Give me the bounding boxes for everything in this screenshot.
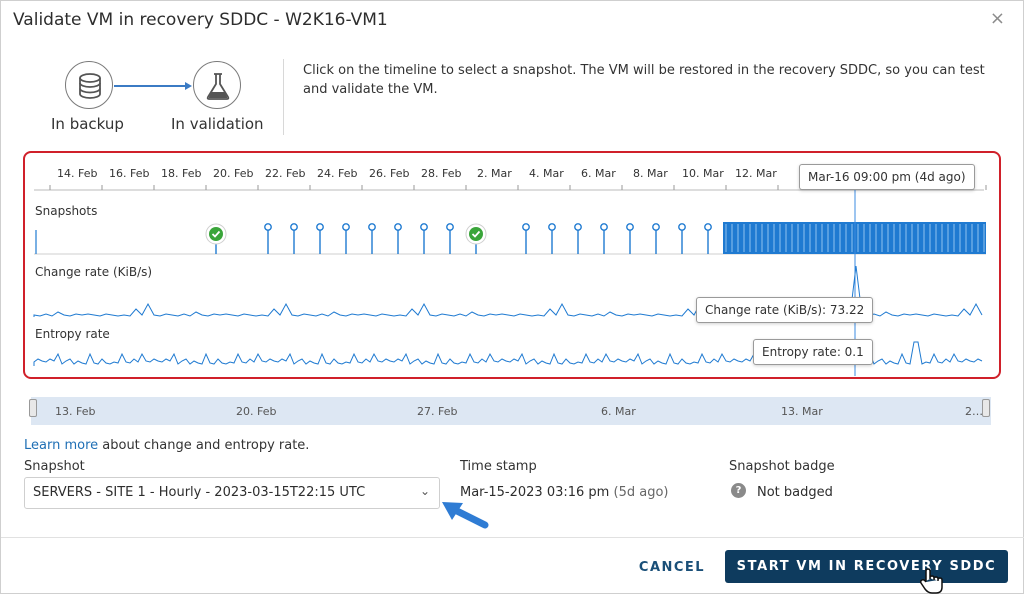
snapshot-pin-head (548, 223, 556, 231)
snapshot-pin-head (704, 223, 712, 231)
close-icon[interactable]: × (990, 9, 1005, 29)
navigator-right-handle[interactable] (982, 399, 990, 417)
change-rate-tooltip: Change rate (KiB/s): 73.22 (696, 297, 874, 323)
timestamp-value: Mar-15-2023 03:16 pm (5d ago) (460, 485, 668, 500)
snapshot-pin-head (316, 223, 324, 231)
snapshot-pin-head (342, 223, 350, 231)
navigator-left-handle[interactable] (29, 399, 37, 417)
timeline-date-label: 16. Feb (109, 167, 150, 180)
badge-value: Not badged (757, 485, 833, 500)
entropy-rate-row-label: Entropy rate (35, 327, 110, 341)
timeline-date-label: 18. Feb (161, 167, 202, 180)
step-connector (114, 85, 186, 87)
timeline-date-label: 14. Feb (57, 167, 98, 180)
timestamp-relative: (5d ago) (613, 485, 669, 500)
timeline-date-label: 20. Feb (213, 167, 254, 180)
snapshot-label: Snapshot (24, 459, 85, 474)
flask-icon (193, 61, 241, 109)
navigator-date-label: 13. Feb (55, 405, 96, 418)
timestamp-label: Time stamp (460, 459, 537, 474)
navigator-date-label: 20. Feb (236, 405, 277, 418)
snapshot-pin-head (652, 223, 660, 231)
timeline-navigator[interactable] (31, 397, 991, 425)
timeline-date-label: 4. Mar (529, 167, 564, 180)
learn-more-link[interactable]: Learn more (24, 438, 98, 453)
snapshot-selected-value: SERVERS - SITE 1 - Hourly - 2023-03-15T2… (33, 485, 366, 500)
timeline-time-tooltip: Mar-16 09:00 pm (4d ago) (799, 164, 975, 190)
timeline-date-label: 24. Feb (317, 167, 358, 180)
cancel-button[interactable]: CANCEL (627, 552, 717, 582)
timestamp-date: Mar-15-2023 03:16 pm (460, 485, 610, 500)
snapshot-pin-head (600, 223, 608, 231)
snapshot-pin-head (678, 223, 686, 231)
snapshot-pin-head (446, 223, 454, 231)
help-icon: ? (731, 483, 746, 498)
instructions-text: Click on the timeline to select a snapsh… (303, 63, 985, 97)
validate-vm-dialog: Validate VM in recovery SDDC - W2K16-VM1… (0, 0, 1024, 594)
timeline-date-label: 2. Mar (477, 167, 512, 180)
timeline-date-label: 22. Feb (265, 167, 306, 180)
badged-snapshot-icon (469, 227, 483, 241)
snapshot-pin-head (290, 223, 298, 231)
snapshot-pin-head (522, 223, 530, 231)
timeline-date-label: 12. Mar (735, 167, 777, 180)
snapshot-pin-head (574, 223, 582, 231)
entropy-rate-tooltip: Entropy rate: 0.1 (753, 339, 873, 365)
navigator-date-label: 27. Feb (417, 405, 458, 418)
start-vm-button[interactable]: START VM IN RECOVERY SDDC (725, 550, 1008, 583)
snapshot-select[interactable]: SERVERS - SITE 1 - Hourly - 2023-03-15T2… (24, 477, 440, 509)
learn-more-suffix: about change and entropy rate. (98, 438, 310, 453)
snapshots-row-label: Snapshots (35, 204, 98, 218)
navigator-date-label: 6. Mar (601, 405, 636, 418)
database-icon (65, 61, 113, 109)
snapshot-pin-head (368, 223, 376, 231)
timeline-date-label: 26. Feb (369, 167, 410, 180)
navigator-date-label: 13. Mar (781, 405, 823, 418)
snapshot-pin-head (264, 223, 272, 231)
snapshot-pin-head (420, 223, 428, 231)
snapshot-pin-head (626, 223, 634, 231)
hand-cursor-icon (919, 568, 943, 594)
timeline-date-label: 6. Mar (581, 167, 616, 180)
step-arrow (185, 82, 192, 90)
step-in-backup-label: In backup (51, 115, 124, 133)
step-in-validation-label: In validation (171, 115, 264, 133)
change-rate-row-label: Change rate (KiB/s) (35, 265, 153, 279)
timeline-date-label: 8. Mar (633, 167, 668, 180)
chevron-down-icon: ⌄ (419, 484, 430, 498)
footer-divider (1, 537, 1024, 538)
timeline-date-label: 28. Feb (421, 167, 462, 180)
snapshot-pin-head (394, 223, 402, 231)
dialog-title: Validate VM in recovery SDDC - W2K16-VM1 (13, 10, 388, 30)
badged-snapshot-icon (209, 227, 223, 241)
pointer-arrow-icon (442, 502, 489, 529)
snapshot-badge-label: Snapshot badge (729, 459, 835, 474)
timeline-date-label: 10. Mar (682, 167, 724, 180)
learn-more-text: Learn more about change and entropy rate… (24, 438, 309, 453)
vertical-divider (283, 59, 284, 135)
navigator-date-label: 2… (965, 405, 983, 418)
